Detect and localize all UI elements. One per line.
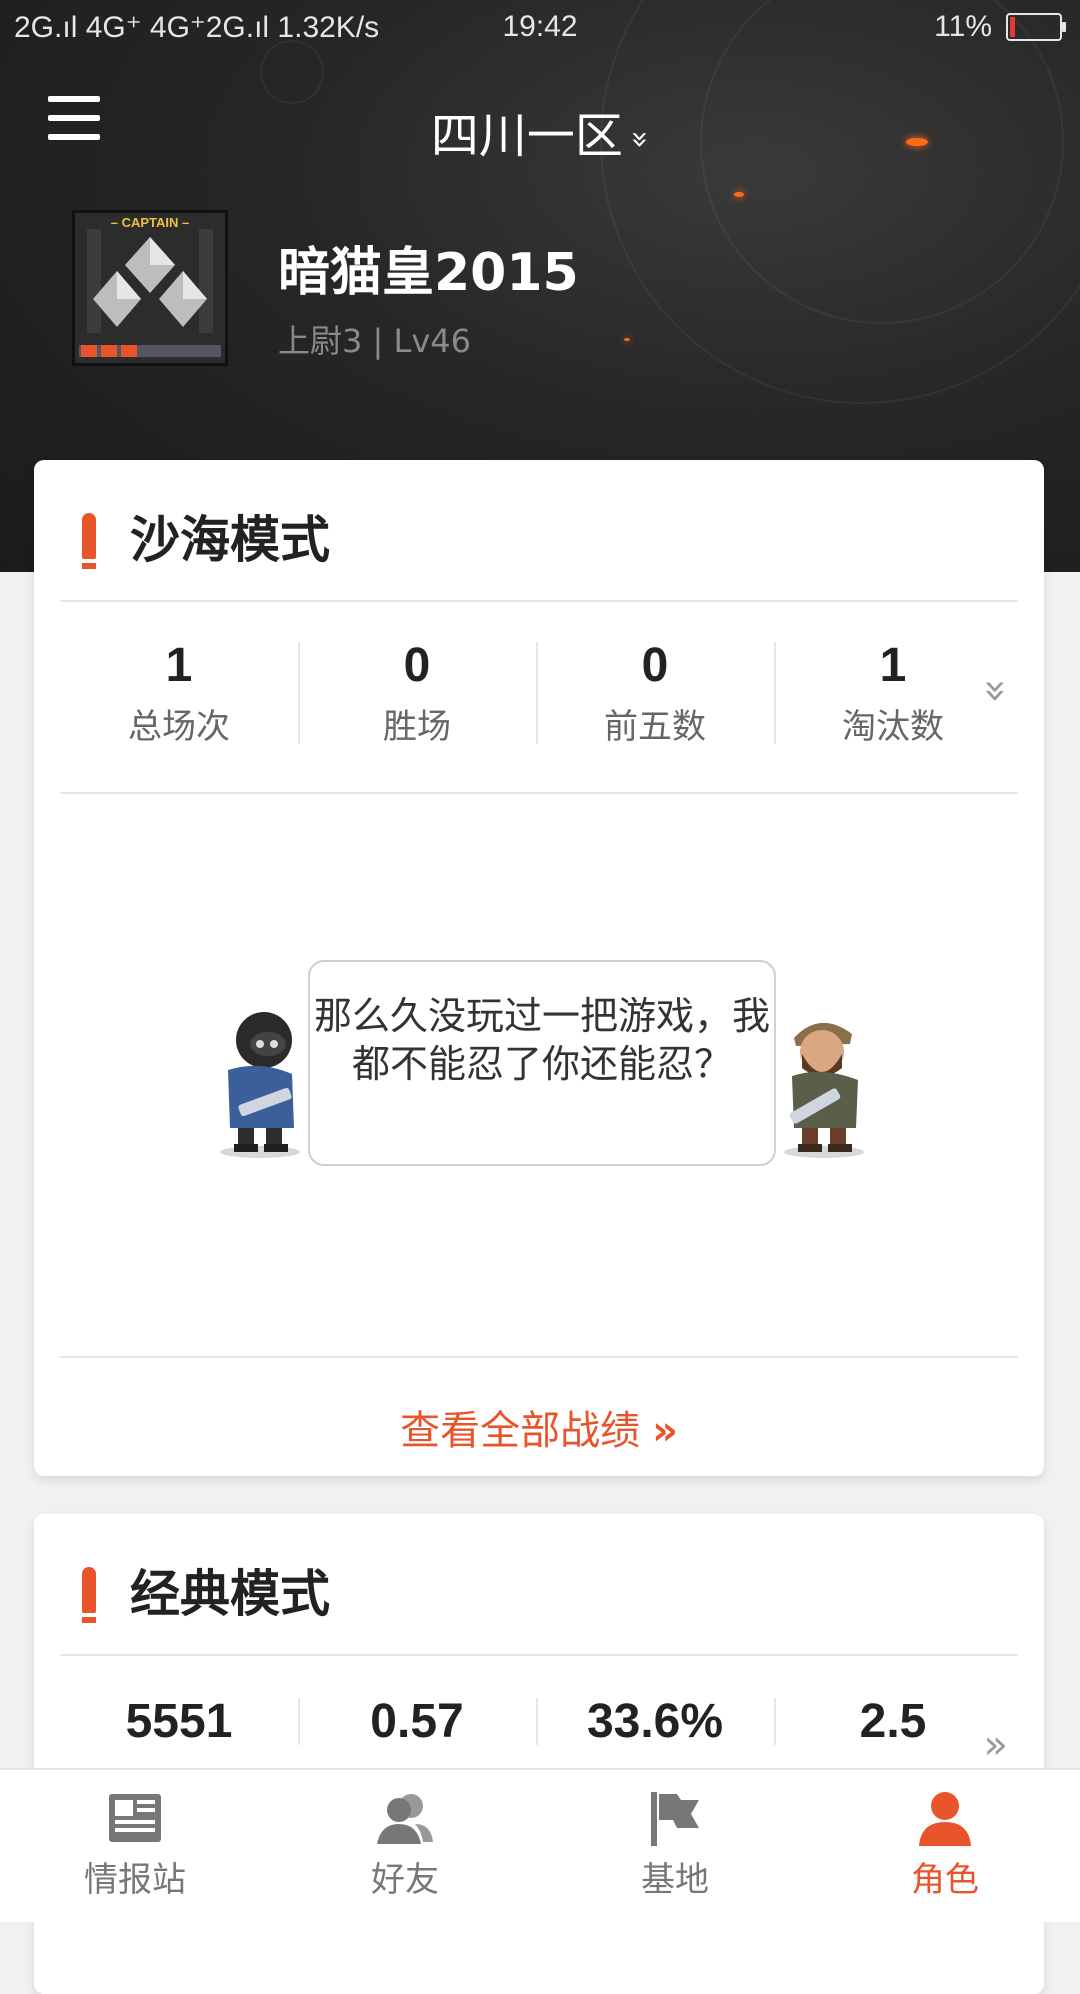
- friends-icon: [377, 1794, 433, 1844]
- divider: [60, 600, 1018, 602]
- battery-percent: 11%: [934, 10, 992, 43]
- classic-mode-title: 经典模式: [130, 1565, 330, 1623]
- clock: 19:42: [502, 10, 578, 43]
- tab-friends[interactable]: 好友: [270, 1770, 540, 1922]
- expand-chevron-icon[interactable]: »: [973, 679, 1019, 703]
- tab-character[interactable]: 角色: [810, 1770, 1080, 1922]
- username: 暗猫皇2015: [278, 243, 579, 303]
- tab-news[interactable]: 情报站: [0, 1770, 270, 1922]
- classic-mode-stats[interactable]: 5551 0.57 33.6% 2.5: [60, 1694, 1018, 1749]
- tab-base[interactable]: 基地: [540, 1770, 810, 1922]
- server-name: 四川一区: [430, 108, 623, 164]
- battery-status: 11%: [934, 10, 1066, 44]
- soldier-left-icon: [220, 1012, 300, 1158]
- flag-icon: [651, 1792, 699, 1846]
- person-icon: [919, 1792, 971, 1846]
- stat-total-matches: 1 总场次: [128, 639, 230, 747]
- empty-message-bubble: 那么久没玩过一把游戏，我都不能忍了你还能忍？: [308, 960, 776, 1166]
- card-title: 沙海模式: [82, 500, 330, 572]
- bottom-tab-bar: 情报站 好友 基地 角色: [0, 1768, 1080, 1922]
- stat-total: 5551: [125, 1695, 233, 1748]
- sand-mode-title: 沙海模式: [130, 511, 330, 569]
- double-chevron-right-icon: »: [652, 1408, 678, 1454]
- rank-progress: [79, 345, 221, 357]
- sand-mode-stats[interactable]: 1 总场次 0 胜场 0 前五数 1 淘汰数: [60, 638, 1018, 748]
- bullet-icon: [82, 1567, 96, 1623]
- battery-icon: [1006, 13, 1066, 41]
- divider: [60, 792, 1018, 794]
- empty-state: 那么久没玩过一把游戏，我都不能忍了你还能忍？: [34, 960, 1044, 1182]
- soldier-right-icon: [784, 1022, 864, 1158]
- bullet-icon: [82, 513, 96, 569]
- status-bar: 2G.ıl 4G⁺ 4G⁺2G.ıl 1.32K/s 19:42 11%: [0, 0, 1080, 56]
- classic-mode-card: 经典模式 5551 0.57 33.6% 2.5 »: [34, 1514, 1044, 1994]
- chevron-down-icon: »: [622, 129, 658, 149]
- divider: [60, 1654, 1018, 1656]
- stat-avg: 2.5: [774, 1694, 1012, 1749]
- card-title: 经典模式: [82, 1554, 330, 1626]
- stat-wins: 0 胜场: [298, 638, 536, 748]
- sand-mode-card: 沙海模式 1 总场次 0 胜场 0 前五数 1 淘汰数 » 那么久没玩过一把游戏…: [34, 460, 1044, 1476]
- diamond-insignia-icon: [87, 229, 213, 333]
- stat-rate: 33.6%: [536, 1694, 774, 1749]
- divider: [60, 1356, 1018, 1358]
- news-icon: [109, 1794, 161, 1842]
- server-selector[interactable]: 四川一区»: [0, 96, 1080, 166]
- rank-badge-avatar[interactable]: – CAPTAIN –: [72, 210, 228, 366]
- stat-top-five: 0 前五数: [536, 638, 774, 748]
- stat-kd: 0.57: [298, 1694, 536, 1749]
- view-all-records-link[interactable]: 查看全部战绩»: [34, 1398, 1044, 1456]
- more-chevron-icon[interactable]: »: [984, 1722, 1008, 1768]
- rank-level: 上尉3 | Lv46: [278, 322, 471, 360]
